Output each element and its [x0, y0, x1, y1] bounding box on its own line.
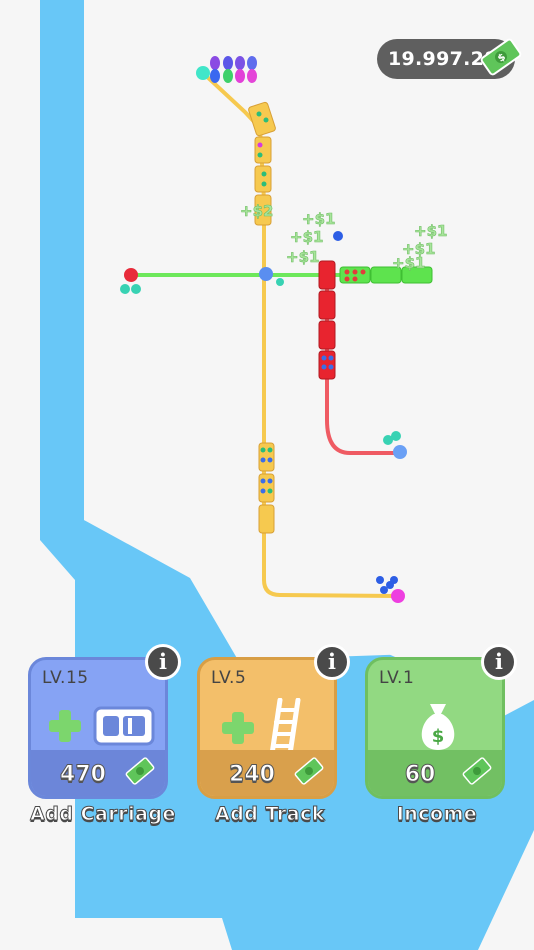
station-red-end[interactable] — [393, 445, 407, 459]
ladder-track-icon — [269, 698, 301, 756]
station-junction[interactable] — [259, 267, 273, 281]
add-carriage-label: Add Carriage — [30, 803, 176, 826]
cash-icon — [462, 757, 492, 785]
balance-display: 19.997.28 $ — [377, 38, 522, 79]
station-yellow-top[interactable] — [196, 66, 210, 80]
yellow-train-lower[interactable] — [258, 442, 275, 534]
income-label: Income — [396, 803, 478, 826]
carriage-icon — [93, 706, 155, 746]
income-popup: +$1 — [286, 248, 319, 266]
money-bag-icon: $ — [421, 704, 455, 750]
upgrade-cost: 240 — [229, 762, 276, 788]
station-yellow-end[interactable] — [391, 589, 405, 603]
svg-text:$: $ — [432, 726, 445, 747]
income-popup: +$1 — [290, 228, 323, 246]
income-popup: +$1 — [414, 222, 447, 240]
plus-icon — [222, 712, 254, 744]
add-carriage-card[interactable]: LV.15 470 — [28, 657, 168, 799]
level-label: LV.1 — [379, 668, 415, 688]
add-track-label: Add Track — [215, 803, 325, 826]
land-bottom-right — [478, 830, 534, 950]
station-green-left[interactable] — [124, 268, 138, 282]
upgrade-cost: 60 — [404, 762, 436, 788]
cash-icon — [294, 757, 324, 785]
info-button-track[interactable]: i — [314, 644, 350, 680]
plus-icon — [49, 710, 81, 742]
cash-icon — [125, 757, 155, 785]
income-popup: +$1 — [392, 254, 425, 272]
level-label: LV.5 — [211, 668, 247, 688]
info-button-income[interactable]: i — [481, 644, 517, 680]
income-popup: +$2 — [240, 202, 273, 220]
info-button-carriage[interactable]: i — [145, 644, 181, 680]
add-track-card[interactable]: LV.5 240 — [197, 657, 337, 799]
cash-bill-icon: $ — [480, 38, 522, 76]
land-bottom-left — [0, 918, 232, 950]
income-popup: +$1 — [302, 210, 335, 228]
level-label: LV.15 — [42, 668, 89, 688]
upgrade-cost: 470 — [60, 762, 107, 788]
income-card[interactable]: LV.1 $ 60 — [365, 657, 505, 799]
